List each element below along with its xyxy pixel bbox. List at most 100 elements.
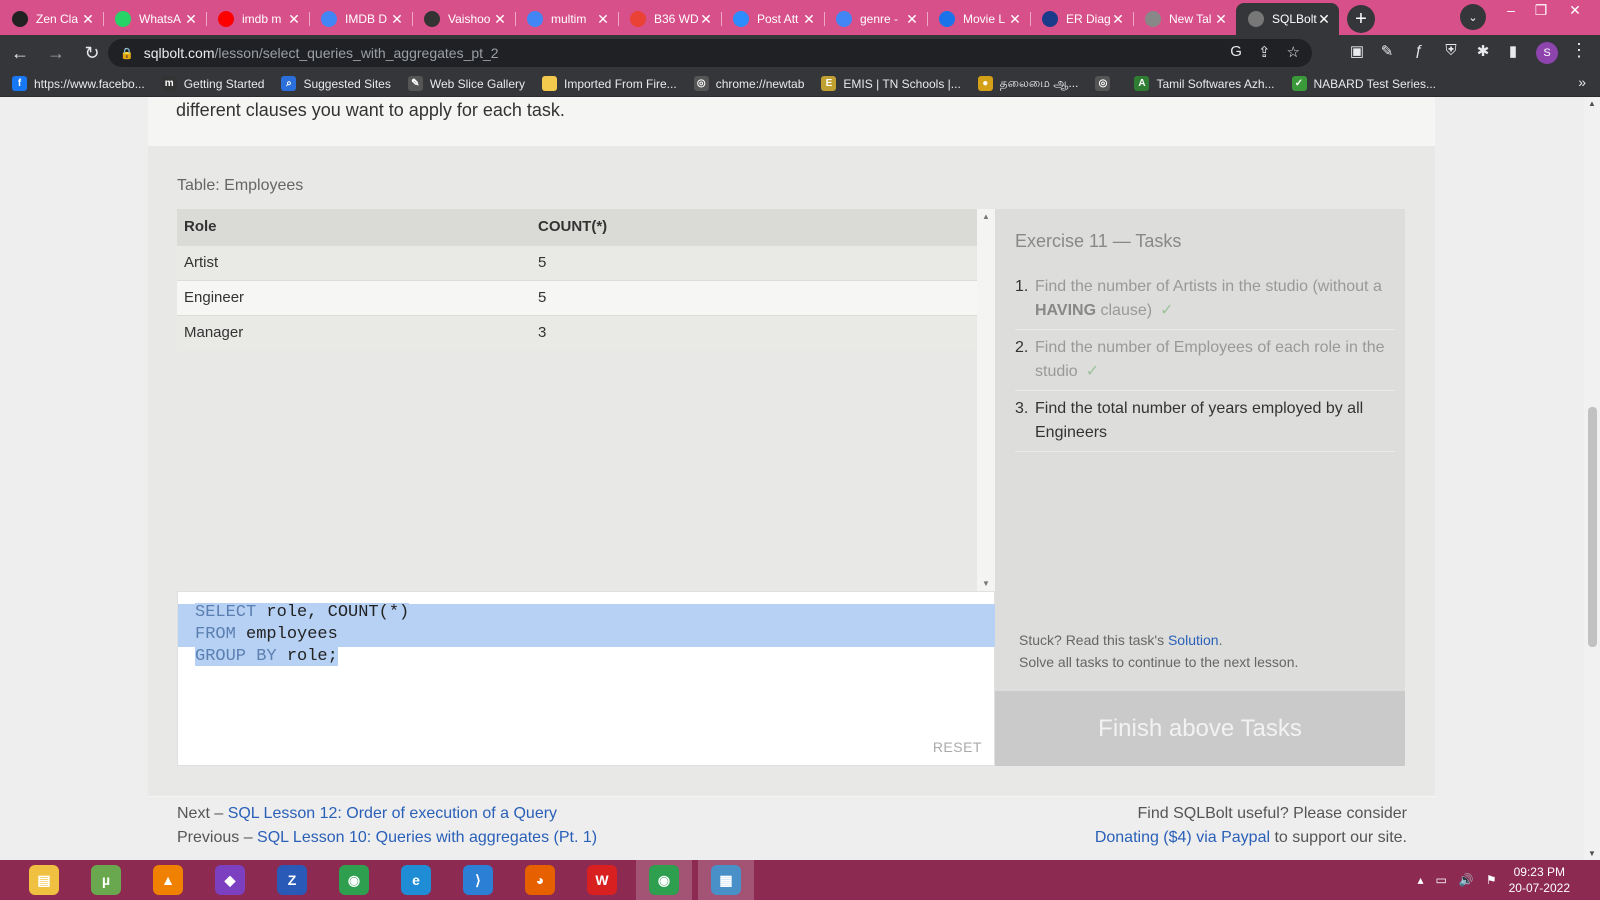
browser-tab[interactable]: Zen Cla ✕ [0,3,103,35]
taskbar-app[interactable]: µ [78,860,134,900]
bookmark-label: Getting Started [183,76,265,91]
bookmark-item[interactable]: ✎ Web Slice Gallery [407,76,525,91]
browser-tab[interactable]: B36 WD ✕ [618,3,721,35]
tab-strip: Zen Cla ✕ WhatsA ✕ imdb m ✕ IMDB D ✕ Vaishoo ✕ mul… [0,0,1600,35]
volume-icon[interactable]: 🔊 [1459,873,1474,887]
close-icon[interactable]: ✕ [1214,11,1228,28]
taskbar-app[interactable]: ◕ [512,860,568,900]
taskbar-app[interactable]: ◉ [636,860,692,900]
close-icon[interactable]: ✕ [493,11,507,28]
taskbar-app[interactable]: ▲ [140,860,196,900]
emis-icon: E [821,76,837,91]
browser-tab[interactable]: IMDB D ✕ [309,3,412,35]
close-icon[interactable]: ✕ [596,11,610,28]
browser-tab[interactable]: Movie L ✕ [927,3,1030,35]
side-panel-icon[interactable]: ▮ [1502,42,1524,60]
scroll-down-icon[interactable]: ▼ [982,579,990,588]
taskbar-app[interactable]: ▦ [698,860,754,900]
tab-search-button[interactable]: ⌄ [1460,4,1486,30]
bookmark-star-icon[interactable]: ☆ [1287,43,1300,61]
close-icon[interactable]: ✕ [802,11,816,28]
close-icon[interactable]: ✕ [81,11,95,28]
reload-button[interactable]: ↻ [76,37,108,69]
browser-tab[interactable]: Post Att ✕ [721,3,824,35]
browser-tab[interactable]: SQLBolt ✕ [1236,3,1339,35]
folder-icon [542,76,557,91]
taskbar-app[interactable]: ⟩ [450,860,506,900]
profile-avatar[interactable]: S [1536,42,1558,64]
extension-b-icon[interactable]: ▣ [1346,42,1368,60]
chevron-right-icon[interactable]: » [1578,74,1586,90]
restore-button[interactable]: ❐ [1526,0,1556,20]
bookmark-item[interactable]: ● தலைமை ஆ... [977,76,1078,92]
taskbar-app[interactable]: ◆ [202,860,258,900]
extensions-puzzle-icon[interactable]: ✱ [1472,42,1494,60]
bookmark-item[interactable]: ✓ NABARD Test Series... [1291,76,1436,91]
window-close-button[interactable]: ✕ [1560,0,1590,20]
browser-tab[interactable]: genre - ✕ [824,3,927,35]
taskbar-app[interactable]: e [388,860,444,900]
network-icon[interactable]: ▭ [1436,873,1447,887]
google-lens-icon[interactable]: G [1230,43,1242,61]
scroll-up-icon[interactable]: ▲ [1588,99,1596,108]
bookmark-item[interactable]: Imported From Fire... [542,76,677,91]
taskbar-app[interactable]: ▤ [16,860,72,900]
solution-link[interactable]: Solution [1168,632,1219,648]
flag-icon[interactable]: ⚑ [1486,873,1497,887]
scroll-down-icon[interactable]: ▼ [1588,849,1596,858]
new-tab-button[interactable]: + [1347,5,1375,33]
tab-label: Movie L [963,12,1006,26]
clock[interactable]: 09:23 PM 20-07-2022 [1509,864,1570,896]
taskbar-app[interactable]: W [574,860,630,900]
close-icon[interactable]: ✕ [1111,11,1125,28]
taskbar-app[interactable]: Z [264,860,320,900]
extension-shield-icon[interactable]: ⛨ [1440,42,1462,59]
browser-tab[interactable]: ER Diag ✕ [1030,3,1133,35]
photos-icon: ▦ [711,865,741,895]
edge-icon: e [401,865,431,895]
close-icon[interactable]: ✕ [287,11,301,28]
page-scrollbar[interactable]: ▲ ▼ [1584,97,1600,860]
close-icon[interactable]: ✕ [390,11,404,28]
finish-tasks-button[interactable]: Finish above Tasks [995,691,1405,766]
bookmark-item[interactable]: A Tamil Softwares Azh... [1134,76,1275,91]
browser-tab[interactable]: WhatsA ✕ [103,3,206,35]
menu-dots-icon[interactable]: ⋮ [1570,40,1588,61]
bookmark-item[interactable]: ◎ [1095,76,1117,91]
browser-tab[interactable]: imdb m ✕ [206,3,309,35]
donate-link[interactable]: Donating ($4) via Paypal [1095,829,1270,846]
back-button[interactable]: ← [4,37,36,69]
address-bar[interactable]: 🔒 sqlbolt.com/lesson/select_queries_with… [108,39,1312,67]
google-favicon [321,11,337,27]
minimize-button[interactable]: – [1496,0,1526,20]
browser-tab[interactable]: Vaishoo ✕ [412,3,515,35]
extension-formula-icon[interactable]: ƒ [1408,42,1430,59]
reset-button[interactable]: RESET [933,739,982,755]
close-icon[interactable]: ✕ [1317,11,1331,28]
facebook-icon: f [12,76,27,91]
sql-code[interactable]: SELECT role, COUNT(*) FROM employees GROUP… [195,602,410,668]
bookmark-item[interactable]: f https://www.facebo... [12,76,145,91]
close-icon[interactable]: ✕ [184,11,198,28]
browser-tab[interactable]: New Tal ✕ [1133,3,1236,35]
previous-lesson-link[interactable]: SQL Lesson 10: Queries with aggregates (… [257,829,597,846]
sql-editor[interactable]: SELECT role, COUNT(*) FROM employees GROUP… [177,591,995,766]
extension-pen-icon[interactable]: ✎ [1376,42,1398,60]
bookmark-item[interactable]: ◎ chrome://newtab [693,76,804,91]
taskbar-app[interactable]: ◉ [326,860,382,900]
bookmark-item[interactable]: ⌕ Suggested Sites [281,76,391,91]
result-scrollbar[interactable]: ▲ ▼ [977,209,995,591]
bookmark-item[interactable]: E EMIS | TN Schools |... [821,76,961,91]
next-lesson-link[interactable]: SQL Lesson 12: Order of execution of a Q… [228,805,557,822]
tray-chevron-icon[interactable]: ▴ [1418,873,1424,887]
close-icon[interactable]: ✕ [1008,11,1022,28]
scrollbar-thumb[interactable] [1588,407,1597,647]
close-icon[interactable]: ✕ [699,11,713,28]
forward-button[interactable]: → [40,37,72,69]
bookmark-item[interactable]: m Getting Started [161,76,265,91]
code-line: GROUP BY role; [195,646,409,668]
close-icon[interactable]: ✕ [905,11,919,28]
scroll-up-icon[interactable]: ▲ [982,212,990,221]
share-icon[interactable]: ⇪ [1258,43,1271,61]
browser-tab[interactable]: multim ✕ [515,3,618,35]
